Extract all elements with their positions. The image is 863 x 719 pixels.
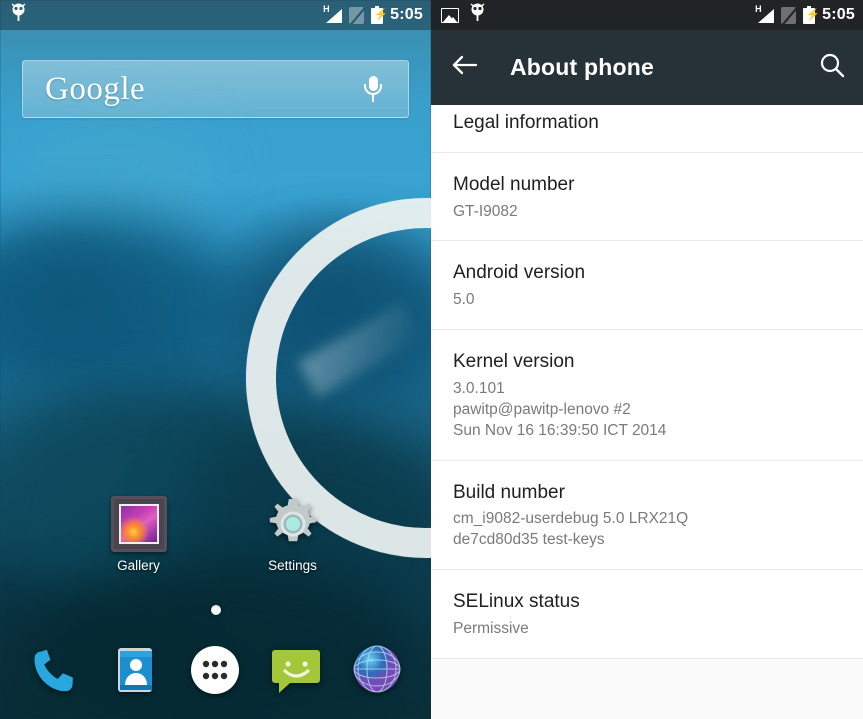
page-title: About phone [510,54,654,80]
list-item-subtitle-line: cm_i9082-userdebug 5.0 LRX21Q [453,510,689,528]
status-bar-clock: 5:05 [390,6,423,23]
battery-charging-icon: ⚡ [803,6,820,24]
list-item-legal-information[interactable]: Legal information [431,105,863,153]
list-item-title: Kernel version [453,351,575,373]
settings-gear-icon [265,496,321,552]
microphone-icon[interactable] [364,74,382,104]
list-item-android-version[interactable]: Android version 5.0 [431,241,863,331]
signal-bars-icon: H [755,4,775,23]
list-item-subtitle: cm_i9082-userdebug 5.0 LRX21Q de7cd80d35… [453,509,841,551]
home-status-bar: H ⚡ 5:05 [0,0,431,30]
back-arrow-icon[interactable] [451,54,478,81]
signal-bars-icon: H [323,4,343,23]
list-item-title: Build number [453,481,565,503]
home-page-indicator-dot[interactable] [210,605,221,615]
sim-disabled-icon [781,6,799,25]
home-dock [0,629,431,711]
dock-app-drawer-icon[interactable] [185,640,245,700]
list-item-selinux-status[interactable]: SELinux status Permissive [431,570,863,659]
dock-contacts-icon[interactable] [105,640,165,700]
list-item-subtitle-line: pawitp@pawitp-lenovo #2 [453,400,631,418]
sim-disabled-icon [349,6,367,25]
screenshot-image-icon [441,7,459,23]
app-shortcut-settings[interactable]: Settings [247,496,339,573]
dual-screenshot-container: H ⚡ 5:05 Google Gallery Settings H ⚡ 5:0… [0,0,863,719]
list-item-subtitle: GT-I9082 [453,202,518,220]
list-item-subtitle: Permissive [453,619,529,637]
app-shortcut-label: Gallery [117,558,160,573]
settings-about-phone-screen: H ⚡ 5:05 About phone Legal information M… [431,0,863,719]
list-item-subtitle: 3.0.101 pawitp@pawitp-lenovo #2 Sun Nov … [453,379,841,442]
app-shortcut-gallery[interactable]: Gallery [93,496,185,573]
google-logo: Google [45,70,146,107]
list-item-subtitle: 5.0 [453,291,475,309]
list-item-kernel-version[interactable]: Kernel version 3.0.101 pawitp@pawitp-len… [431,330,863,461]
list-item-title: Legal information [453,112,599,133]
home-app-shortcuts: Gallery Settings [0,496,431,573]
battery-charging-icon: ⚡ [371,6,388,24]
cyanogenmod-head-icon [10,3,27,27]
list-item-subtitle-line: 3.0.101 [453,379,505,397]
settings-app-bar: About phone [431,30,863,105]
list-item-title: SELinux status [453,591,580,613]
app-shortcut-label: Settings [268,558,317,573]
cyanogenmod-head-icon [469,3,486,27]
list-item-title: Model number [453,173,575,195]
settings-status-bar: H ⚡ 5:05 [431,0,863,30]
about-phone-list: Legal information Model number GT-I9082 … [431,105,863,659]
dock-messaging-icon[interactable] [266,640,326,700]
list-item-subtitle-line: Sun Nov 16 16:39:50 ICT 2014 [453,421,667,439]
android-home-screen: H ⚡ 5:05 Google Gallery Settings [0,0,431,719]
gallery-icon [110,496,167,552]
status-bar-clock: 5:05 [822,6,855,23]
list-item-title: Android version [453,262,586,284]
list-item-subtitle-line: de7cd80d35 test-keys [453,531,605,549]
list-item-model-number[interactable]: Model number GT-I9082 [431,152,863,242]
dock-phone-icon[interactable] [24,640,84,700]
dock-browser-icon[interactable] [347,640,407,700]
google-search-widget[interactable]: Google [22,60,409,118]
search-icon[interactable] [819,52,845,83]
list-item-build-number[interactable]: Build number cm_i9082-userdebug 5.0 LRX2… [431,460,863,571]
